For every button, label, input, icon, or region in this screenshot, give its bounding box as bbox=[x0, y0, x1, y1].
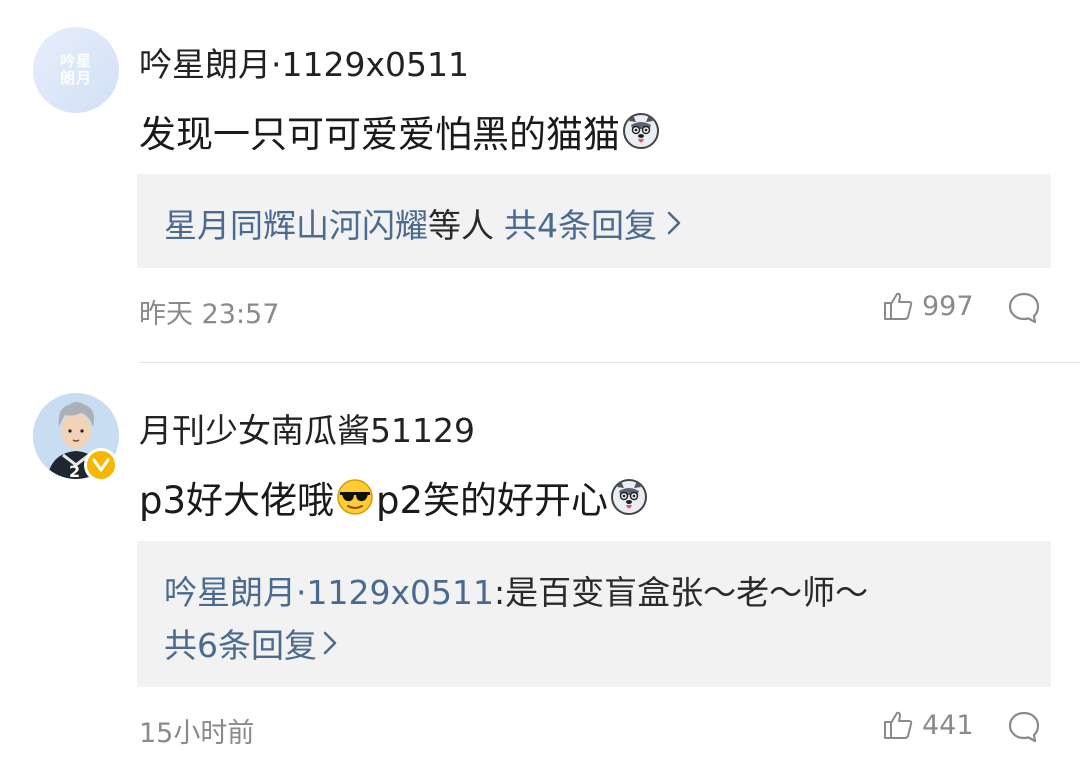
chevron-right-icon bbox=[667, 211, 681, 235]
reply-text: :是百变盲盒张～老～师～ bbox=[493, 573, 869, 612]
reply-author-link[interactable]: 吟星朗月·1129x0511 bbox=[164, 566, 494, 614]
comment-divider bbox=[139, 362, 1080, 363]
reply-count-link[interactable]: 共6条回复 bbox=[164, 619, 317, 667]
like-button[interactable]: 997 bbox=[882, 290, 974, 322]
sunglasses-emoji-icon bbox=[337, 479, 373, 515]
username[interactable]: 吟星朗月·1129x0511 bbox=[139, 38, 469, 86]
comment-text-part1: p3好大佬哦 bbox=[139, 479, 335, 522]
verified-check-icon bbox=[92, 458, 110, 472]
avatar[interactable]: 吟星 朗月 bbox=[33, 27, 119, 113]
comment-content: 发现一只可可爱爱怕黑的猫猫 bbox=[139, 104, 662, 158]
reply-preview-box[interactable]: 吟星朗月·1129x0511 :是百变盲盒张～老～师～ 共6条回复 bbox=[137, 541, 1051, 687]
comment-bubble-icon[interactable] bbox=[1007, 710, 1041, 744]
username[interactable]: 月刊少女南瓜酱51129 bbox=[139, 404, 475, 452]
comment-text-part2: p2笑的好开心 bbox=[376, 479, 609, 522]
comment-time: 15小时前 bbox=[139, 718, 255, 749]
reply-count-line[interactable]: 共6条回复 bbox=[164, 619, 339, 667]
reply-summary-line: 星月同辉山河闪耀 等人 共4条回复 bbox=[164, 199, 683, 247]
husky-emoji-icon bbox=[623, 113, 659, 149]
comment-time: 昨天 23:57 bbox=[139, 299, 280, 330]
avatar-text-line2: 朗月 bbox=[59, 69, 92, 87]
thumbs-up-icon bbox=[884, 711, 913, 739]
svg-text:2: 2 bbox=[69, 462, 80, 479]
reply-suffix: 等人 bbox=[428, 206, 494, 245]
chevron-right-icon bbox=[323, 631, 337, 655]
reply-names-link[interactable]: 星月同辉山河闪耀 bbox=[164, 199, 428, 247]
reply-summary-box[interactable]: 星月同辉山河闪耀 等人 共4条回复 bbox=[137, 174, 1051, 268]
verified-badge bbox=[84, 448, 118, 482]
like-button[interactable]: 441 bbox=[882, 709, 974, 741]
comment-text: 发现一只可可爱爱怕黑的猫猫 bbox=[139, 113, 620, 156]
comment-bubble-icon[interactable] bbox=[1007, 291, 1041, 325]
reply-preview-line: 吟星朗月·1129x0511 :是百变盲盒张～老～师～ bbox=[164, 566, 868, 614]
husky-emoji-icon bbox=[611, 479, 648, 515]
like-count: 997 bbox=[922, 290, 974, 322]
avatar-text-line1: 吟星 bbox=[59, 52, 92, 70]
reply-count-link[interactable]: 共4条回复 bbox=[504, 199, 657, 247]
like-count: 441 bbox=[922, 709, 974, 741]
thumbs-up-icon bbox=[884, 292, 913, 320]
comment-content: p3好大佬哦 p2笑的好开心 bbox=[139, 470, 650, 524]
